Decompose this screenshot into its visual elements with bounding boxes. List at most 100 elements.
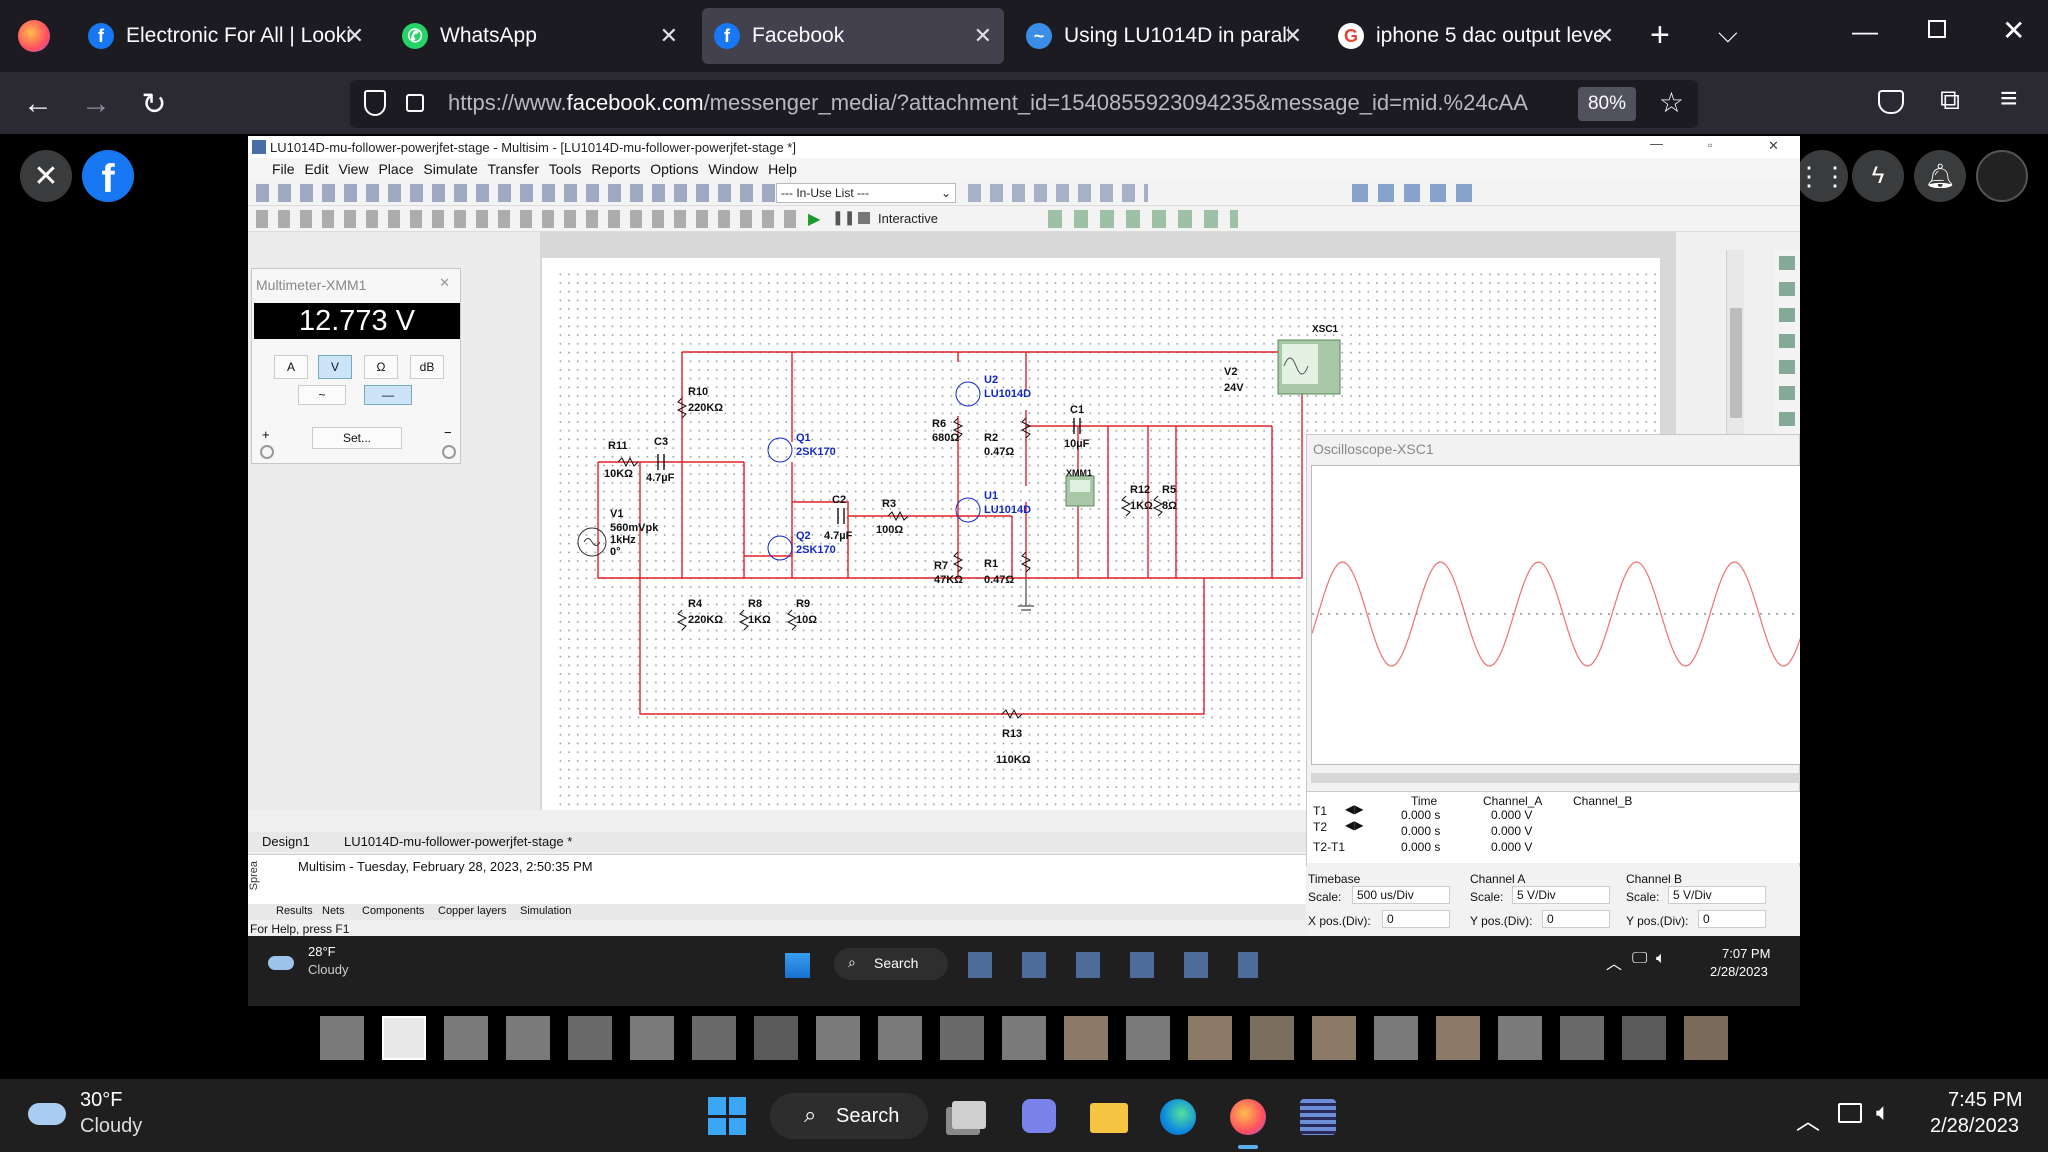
channel-b-scale-field[interactable]: 5 V/Div <box>1668 886 1766 904</box>
extensions-icon[interactable]: ⧉ <box>1940 84 1960 117</box>
u2-symbol[interactable] <box>955 381 981 407</box>
tab-iphone-dac[interactable]: G iphone 5 dac output level ✕ <box>1326 8 1626 64</box>
close-tab-icon[interactable]: ✕ <box>660 23 678 49</box>
thumbnail[interactable] <box>1684 1016 1728 1060</box>
close-tab-icon[interactable]: ✕ <box>974 23 992 49</box>
firefox-menu-icon[interactable] <box>18 20 50 52</box>
network-icon[interactable]: 🖵︎ <box>1632 950 1647 968</box>
restore-icon[interactable] <box>1928 20 1946 38</box>
messenger-icon[interactable]: ϟ <box>1852 150 1904 202</box>
thumbnail[interactable] <box>568 1016 612 1060</box>
facebook-logo-icon[interactable]: f <box>82 150 134 202</box>
notifications-icon[interactable]: 🔔︎ <box>1914 150 1966 202</box>
thumbnail[interactable] <box>692 1016 736 1060</box>
back-icon[interactable]: ← <box>20 86 56 122</box>
tab-lu1014d[interactable]: ~ Using LU1014D in parallel ✕ <box>1014 8 1314 64</box>
close-viewer-button[interactable]: ✕ <box>20 150 72 202</box>
windows-start-icon[interactable] <box>708 1097 746 1135</box>
thumbnail[interactable] <box>754 1016 798 1060</box>
thumbnail[interactable] <box>1312 1016 1356 1060</box>
design-tab-lu1014d[interactable]: LU1014D-mu-follower-powerjfet-stage * <box>344 834 572 849</box>
thumbnail-selected[interactable] <box>382 1016 426 1060</box>
file-explorer-icon[interactable] <box>1090 1103 1128 1133</box>
r9-symbol[interactable] <box>786 609 798 631</box>
xsc1-symbol[interactable] <box>1277 339 1341 395</box>
volume-icon[interactable]: 🔈︎ <box>1876 1099 1890 1127</box>
thumbnail[interactable] <box>630 1016 674 1060</box>
thumbnail[interactable] <box>940 1016 984 1060</box>
thumbnail[interactable] <box>1560 1016 1604 1060</box>
menu-grid-icon[interactable]: ⋮⋮ <box>1796 150 1848 202</box>
tab-electronic-for-all[interactable]: f Electronic For All | Looking ✕ <box>76 8 376 64</box>
thumbnail[interactable] <box>816 1016 860 1060</box>
reload-icon[interactable]: ↻ <box>136 86 172 122</box>
v1-source-symbol[interactable] <box>577 527 607 557</box>
r8-symbol[interactable] <box>738 609 750 631</box>
thumbnail[interactable] <box>506 1016 550 1060</box>
tab-whatsapp[interactable]: ✆ WhatsApp ✕ <box>390 8 690 64</box>
r5-symbol[interactable] <box>1152 495 1164 517</box>
tray-chevron-icon[interactable]: ︿ <box>1796 1101 1820 1136</box>
tab-simulation[interactable]: Simulation <box>520 905 571 917</box>
forward-icon[interactable]: → <box>78 86 114 122</box>
tab-nets[interactable]: Nets <box>322 905 345 917</box>
channel-a-scale-field[interactable]: 5 V/Div <box>1512 886 1610 904</box>
xmm1-symbol[interactable] <box>1065 475 1095 507</box>
tab-copper-layers[interactable]: Copper layers <box>438 905 506 917</box>
xpos-field[interactable]: 0 <box>1382 910 1450 928</box>
windows-start-icon[interactable] <box>784 952 810 978</box>
lock-icon[interactable] <box>406 94 424 112</box>
task-view-icon[interactable] <box>952 1101 986 1129</box>
channel-b-ypos-field[interactable]: 0 <box>1698 910 1766 928</box>
firefox-icon[interactable] <box>1230 1099 1266 1135</box>
t1-arrows-icon[interactable]: ◀▶ <box>1345 802 1363 816</box>
thumbnail[interactable] <box>1374 1016 1418 1060</box>
thumbnail[interactable] <box>1064 1016 1108 1060</box>
design-tab-design1[interactable]: Design1 <box>262 834 310 849</box>
hamburger-menu-icon[interactable]: ≡ <box>2000 82 2018 116</box>
list-tabs-icon[interactable]: ⌵ <box>1718 18 1738 50</box>
tray-chevron-icon[interactable]: ︿ <box>1606 950 1622 974</box>
pinned-apps[interactable] <box>968 952 1258 978</box>
c2-symbol[interactable] <box>837 508 845 524</box>
q1-symbol[interactable] <box>767 437 793 463</box>
tab-components[interactable]: Components <box>362 905 424 917</box>
thumbnail[interactable] <box>1188 1016 1232 1060</box>
thumbnail[interactable] <box>1498 1016 1542 1060</box>
url-text[interactable]: https://www.facebook.com/messenger_media… <box>448 90 1528 116</box>
t2-arrows-icon[interactable]: ◀▶ <box>1345 818 1363 832</box>
close-window-icon[interactable]: ✕ <box>2002 14 2025 47</box>
network-icon[interactable] <box>1838 1103 1862 1123</box>
thumbnail[interactable] <box>1250 1016 1294 1060</box>
thumbnail[interactable] <box>1622 1016 1666 1060</box>
thumbnail[interactable] <box>1126 1016 1170 1060</box>
tab-results[interactable]: Results <box>276 905 313 917</box>
volume-icon[interactable]: 🔈︎ <box>1656 950 1666 968</box>
u1-symbol[interactable] <box>955 497 981 523</box>
thumbnail[interactable] <box>878 1016 922 1060</box>
profile-avatar[interactable] <box>1976 150 2028 202</box>
edge-icon[interactable] <box>1160 1099 1196 1135</box>
pocket-icon[interactable] <box>1878 90 1904 114</box>
close-tab-icon[interactable]: ✕ <box>346 23 364 49</box>
thumbnail[interactable] <box>444 1016 488 1060</box>
search-box[interactable]: ⌕ Search <box>770 1093 928 1139</box>
new-tab-icon[interactable]: + <box>1650 16 1670 55</box>
oscilloscope-scrollbar[interactable] <box>1311 773 1800 783</box>
minimize-icon[interactable]: — <box>1852 16 1878 47</box>
shield-icon[interactable] <box>364 90 386 116</box>
timebase-scale-field[interactable]: 500 us/Div <box>1352 886 1450 904</box>
bookmark-star-icon[interactable]: ☆ <box>1659 86 1684 119</box>
thumbnail[interactable] <box>320 1016 364 1060</box>
inner-search-box[interactable]: ⌕ Search <box>834 948 948 980</box>
thumbnail[interactable] <box>1436 1016 1480 1060</box>
teams-icon[interactable] <box>1022 1099 1056 1133</box>
channel-a-ypos-field[interactable]: 0 <box>1542 910 1610 928</box>
thumbnail[interactable] <box>1002 1016 1046 1060</box>
tab-facebook[interactable]: f Facebook ✕ <box>702 8 1004 64</box>
close-tab-icon[interactable]: ✕ <box>1284 23 1302 49</box>
url-bar[interactable]: https://www.facebook.com/messenger_media… <box>350 80 1698 128</box>
r12-symbol[interactable] <box>1120 495 1132 517</box>
r4-symbol[interactable] <box>676 609 688 631</box>
multisim-taskbar-icon[interactable] <box>1300 1099 1336 1135</box>
